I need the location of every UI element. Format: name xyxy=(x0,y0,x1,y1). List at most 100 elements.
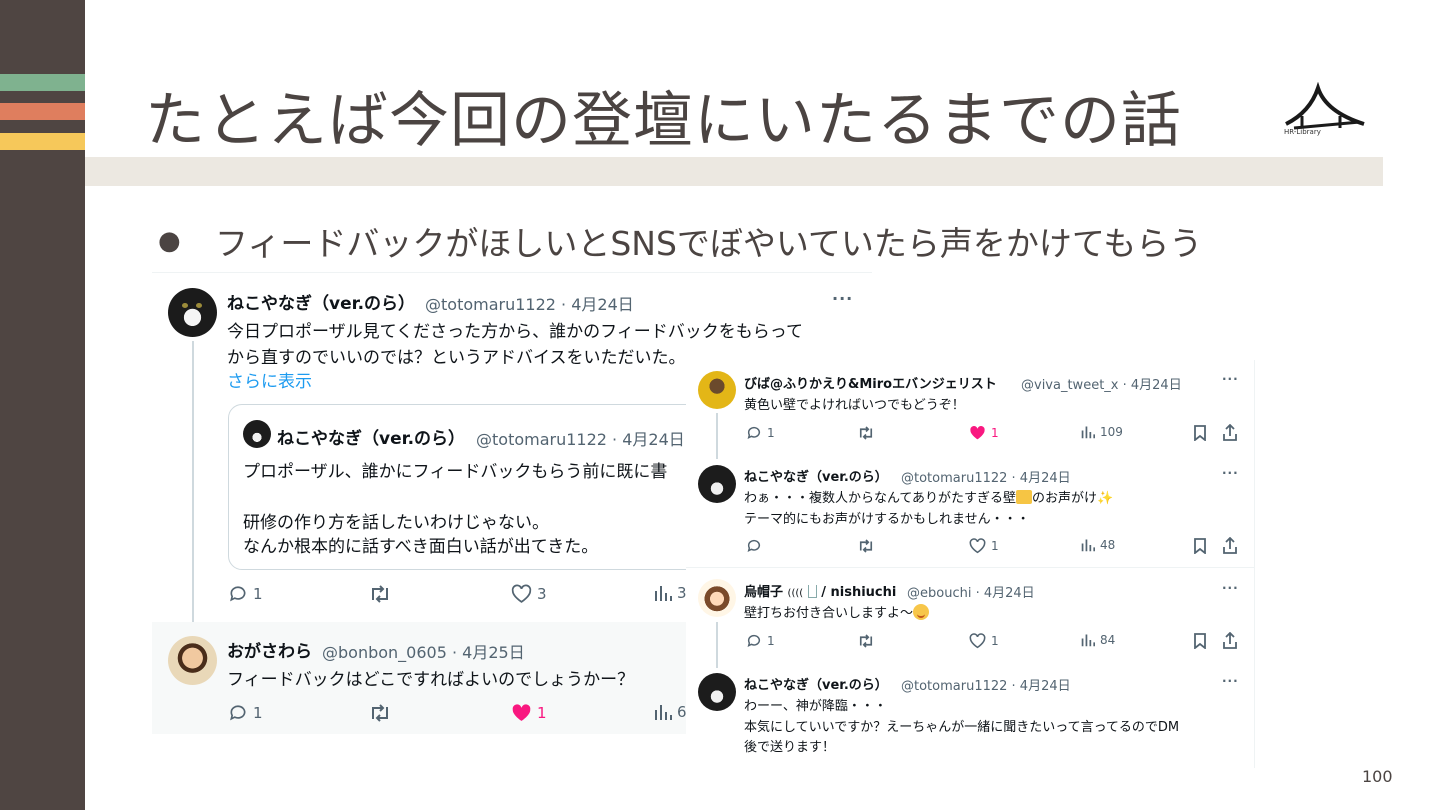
accent-stripe-yellow xyxy=(0,133,85,150)
tweet-author-name[interactable]: びば@ふりかえり&Miroエバンジェリスト xyxy=(744,373,997,392)
avatar[interactable] xyxy=(168,636,217,685)
like-button[interactable]: 1 xyxy=(511,703,547,723)
retweet-button[interactable] xyxy=(857,538,875,554)
reply-author-handle[interactable]: @bonbon_0605 · 4月25日 xyxy=(322,639,525,663)
thread-line xyxy=(716,413,718,459)
page-number: 100 xyxy=(1362,767,1393,786)
reply-icon xyxy=(230,586,246,602)
reply-count: 1 xyxy=(767,634,775,648)
heart-icon xyxy=(969,538,986,554)
more-options-icon[interactable]: ··· xyxy=(1222,466,1239,480)
yellow-square-emoji-icon xyxy=(1015,490,1032,504)
more-options-icon[interactable]: ··· xyxy=(1222,581,1239,595)
tweet-text-line: わぁ・・・複数人からなんてありがたすぎる壁 のお声がけ✨ xyxy=(744,487,1113,506)
retweet-icon xyxy=(372,585,388,603)
tweet-text-line: わーー、神が降臨・・・ xyxy=(744,699,887,714)
quoted-author-handle: @totomaru1122 · 4月24日 xyxy=(476,430,685,449)
retweet-icon xyxy=(859,539,873,553)
bookmark-icon[interactable] xyxy=(1193,538,1207,554)
like-count: 1 xyxy=(991,634,999,648)
smiling-face-emoji-icon xyxy=(913,604,930,620)
heart-filled-icon xyxy=(970,425,985,440)
views-bar-chart-icon xyxy=(1081,634,1095,647)
views-button[interactable]: 6 xyxy=(654,703,687,721)
retweet-button[interactable] xyxy=(857,425,875,441)
quoted-text-line: なんか根本的に話すべき面白い話が出てきた。 xyxy=(243,537,599,557)
sparkles-emoji-icon: ✨ xyxy=(1096,491,1114,506)
like-button[interactable]: 1 xyxy=(969,425,999,441)
view-count: 109 xyxy=(1100,425,1123,439)
view-count: 48 xyxy=(1100,538,1116,552)
bullet-text: フィードバックがほしいとSNSでぼやいていたら声をかけてもらう xyxy=(215,224,1203,263)
tweet-author-name[interactable]: 烏帽子 (((( / nishiuchi xyxy=(744,581,896,600)
reply-button[interactable] xyxy=(746,538,762,554)
slide-title: たとえば今回の登壇にいたるまでの話 xyxy=(145,86,1182,156)
avatar[interactable] xyxy=(698,673,736,711)
tweet-text-part: 壁打ちお付き合いしますよ〜 xyxy=(744,606,914,621)
tweet-author-name[interactable]: ねこやなぎ（ver.のら） xyxy=(744,466,888,485)
bullet-dot: ● xyxy=(158,226,181,256)
avatar[interactable] xyxy=(698,465,736,503)
quoted-text-line: プロポーザル、誰かにフィードバックもらう前に既に書 xyxy=(243,462,668,482)
more-options-icon[interactable]: ··· xyxy=(1222,372,1239,386)
share-icon[interactable] xyxy=(1222,537,1238,554)
retweet-button[interactable] xyxy=(368,584,392,604)
tweet-text-line: 後で送ります！ xyxy=(744,740,836,755)
views-bar-chart-icon xyxy=(655,705,672,720)
like-count: 3 xyxy=(537,585,547,603)
tweet-screenshot-thread: びば@ふりかえり&Miroエバンジェリスト @viva_tweet_x · 4月… xyxy=(686,360,1255,768)
author-name-main: 烏帽子 xyxy=(744,585,784,600)
retweet-button[interactable] xyxy=(368,703,392,723)
reply-button[interactable]: 1 xyxy=(746,633,775,649)
view-count: 84 xyxy=(1100,633,1116,647)
retweet-icon xyxy=(372,704,388,722)
tweet-author-name[interactable]: ねこやなぎ（ver.のら） xyxy=(744,674,888,693)
tweet-text-line: 本気にしていいですか？えーちゃんが一緒に聞きたいって言ってるのでDM xyxy=(744,720,1180,735)
bookmark-icon[interactable] xyxy=(1193,633,1207,649)
reply-icon xyxy=(230,705,246,721)
like-button[interactable]: 1 xyxy=(969,538,999,554)
like-button[interactable]: 1 xyxy=(969,633,999,649)
avatar[interactable] xyxy=(698,371,736,409)
heart-icon xyxy=(969,633,986,649)
reply-count: 1 xyxy=(767,426,775,440)
tweet-author-handle[interactable]: @totomaru1122 · 4月24日 xyxy=(425,291,634,315)
tweet-author-handle[interactable]: @totomaru1122 · 4月24日 xyxy=(901,675,1071,694)
views-button[interactable]: 3 xyxy=(654,584,687,602)
glass-emoji-icon xyxy=(807,585,817,598)
views-button[interactable]: 48 xyxy=(1081,538,1115,552)
reply-button[interactable]: 1 xyxy=(228,703,263,723)
title-underline-band xyxy=(85,157,1383,186)
reply-button[interactable]: 1 xyxy=(746,425,775,441)
avatar[interactable] xyxy=(698,579,736,617)
reply-icon xyxy=(747,426,761,440)
more-options-icon[interactable]: ··· xyxy=(1222,674,1239,688)
reply-button[interactable]: 1 xyxy=(228,584,263,604)
like-button[interactable]: 3 xyxy=(511,584,547,604)
tweet-text: 壁打ちお付き合いしますよ〜 xyxy=(744,602,930,621)
tweet-author-handle[interactable]: @viva_tweet_x · 4月24日 xyxy=(1021,374,1182,393)
more-options-icon[interactable]: ··· xyxy=(832,289,853,308)
views-bar-chart-icon xyxy=(1081,539,1095,552)
reply-icon xyxy=(747,634,761,648)
quoted-author-name: ねこやなぎ（ver.のら） xyxy=(277,429,466,449)
avatar[interactable] xyxy=(243,420,271,448)
tweet-author-name[interactable]: ねこやなぎ（ver.のら） xyxy=(227,289,415,314)
share-icon[interactable] xyxy=(1222,632,1238,649)
tweet-author-handle[interactable]: @ebouchi · 4月24日 xyxy=(907,582,1035,601)
bookmark-icon[interactable] xyxy=(1193,425,1207,441)
views-button[interactable]: 109 xyxy=(1081,425,1123,439)
like-count: 1 xyxy=(537,704,547,722)
thread-line xyxy=(192,341,194,641)
show-more-link[interactable]: さらに表示 xyxy=(227,367,312,392)
reply-author-name[interactable]: おがさわら xyxy=(227,637,312,662)
tweet-text-part: わぁ・・・複数人からなんてありがたすぎる壁 xyxy=(744,491,1016,506)
avatar[interactable] xyxy=(168,288,217,337)
tweet-text-line: から直すのでいいのでは？というアドバイスをいただいた。 xyxy=(227,348,686,368)
tweet-author-handle[interactable]: @totomaru1122 · 4月24日 xyxy=(901,467,1071,486)
share-icon[interactable] xyxy=(1222,424,1238,441)
quoted-text-line: 研修の作り方を話したいわけじゃない。 xyxy=(243,513,549,533)
accent-stripe-orange xyxy=(0,103,85,120)
retweet-button[interactable] xyxy=(857,633,875,649)
views-button[interactable]: 84 xyxy=(1081,633,1115,647)
